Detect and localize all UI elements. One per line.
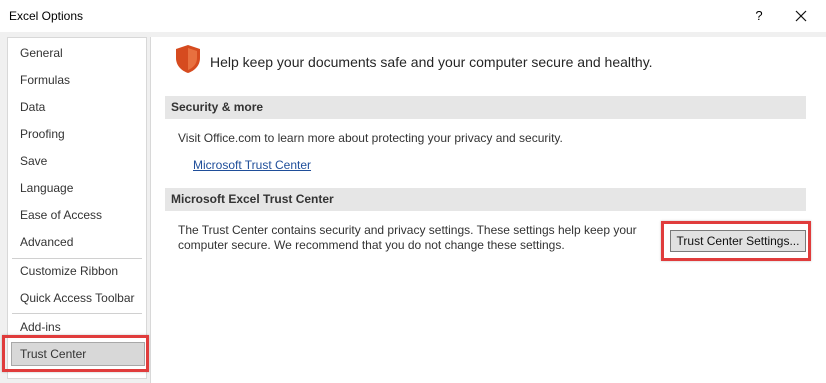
sidebar-item-ease-of-access[interactable]: Ease of Access (11, 203, 145, 227)
sidebar-item-language[interactable]: Language (11, 176, 145, 200)
page-heading: Help keep your documents safe and your c… (210, 54, 653, 70)
shield-icon (176, 45, 200, 73)
section-header-security: Security & more (165, 96, 806, 119)
trust-center-description-line2: computer secure. We recommend that you d… (178, 238, 565, 252)
close-icon (795, 10, 807, 22)
sidebar-item-quick-access-toolbar[interactable]: Quick Access Toolbar (11, 286, 145, 310)
title-bar: Excel Options ? (0, 0, 826, 32)
sidebar-item-advanced[interactable]: Advanced (11, 230, 145, 254)
sidebar-item-customize-ribbon[interactable]: Customize Ribbon (11, 259, 145, 283)
sidebar-item-save[interactable]: Save (11, 149, 145, 173)
options-sidebar: General Formulas Data Proofing Save Lang… (7, 37, 147, 379)
sidebar-item-proofing[interactable]: Proofing (11, 122, 145, 146)
main-panel: Help keep your documents safe and your c… (150, 37, 826, 383)
sidebar-item-trust-center[interactable]: Trust Center (11, 342, 145, 366)
section-header-trust-center: Microsoft Excel Trust Center (165, 188, 806, 211)
close-button[interactable] (790, 5, 812, 27)
trust-center-description-line1: The Trust Center contains security and p… (178, 223, 637, 237)
help-button[interactable]: ? (748, 6, 770, 26)
sidebar-item-add-ins[interactable]: Add-ins (11, 315, 145, 339)
sidebar-item-data[interactable]: Data (11, 95, 145, 119)
microsoft-trust-center-link[interactable]: Microsoft Trust Center (193, 158, 311, 172)
sidebar-divider (12, 313, 142, 314)
security-description: Visit Office.com to learn more about pro… (178, 131, 563, 145)
sidebar-item-formulas[interactable]: Formulas (11, 68, 145, 92)
trust-center-settings-button[interactable]: Trust Center Settings... (670, 230, 806, 252)
window-title: Excel Options (9, 9, 84, 23)
sidebar-item-general[interactable]: General (11, 41, 145, 65)
